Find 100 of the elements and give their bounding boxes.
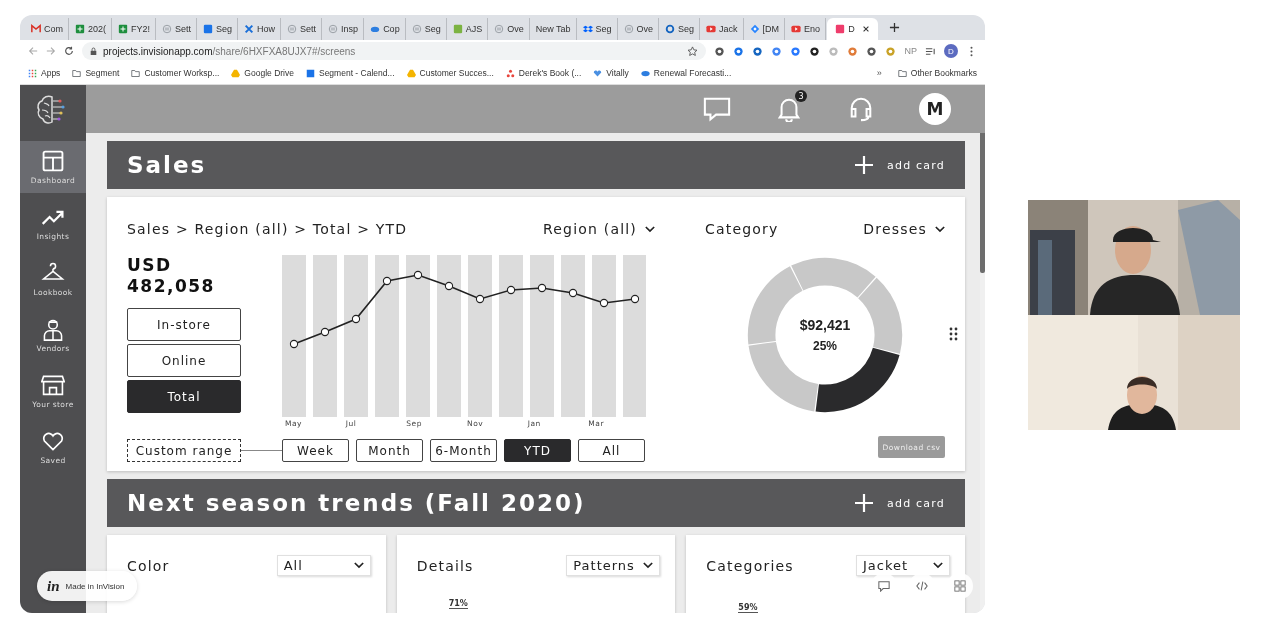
bookmark[interactable]: Segment	[72, 68, 120, 78]
channel-button[interactable]: In-store	[127, 308, 241, 341]
region-dropdown[interactable]: Region (all)	[542, 221, 655, 237]
favicon-icon	[244, 24, 255, 34]
add-card-button[interactable]: add card	[855, 156, 945, 174]
favicon-icon	[162, 24, 173, 34]
person-icon	[41, 317, 65, 341]
favicon-icon	[835, 24, 846, 34]
media-icon[interactable]	[925, 45, 936, 57]
range-button[interactable]: 6-Month	[430, 439, 497, 462]
chevron-down-icon	[645, 225, 655, 233]
bookmark[interactable]: Segment - Calend...	[305, 68, 395, 78]
category-label: Category	[705, 221, 779, 237]
section-title: Sales	[127, 152, 208, 178]
chevron-down-icon	[643, 562, 654, 569]
new-tab-icon[interactable]	[888, 22, 900, 33]
extension-label[interactable]: NP	[904, 46, 917, 56]
card-title: Categories	[706, 557, 794, 574]
comment-icon	[878, 580, 890, 592]
sales-total: 482,058	[127, 276, 216, 297]
lock-icon	[90, 46, 97, 56]
invision-badge[interactable]: in Made in InVision	[37, 571, 137, 601]
bookmark[interactable]: Customer Worksp...	[131, 68, 220, 78]
star-icon[interactable]	[687, 45, 699, 57]
bookmark[interactable]: Customer Succes...	[406, 68, 494, 78]
invision-logo: in	[47, 577, 60, 595]
bookmark-icon	[505, 68, 515, 78]
extension-icon[interactable]	[714, 45, 726, 57]
bookmark[interactable]: Other Bookmarks	[897, 68, 977, 78]
bookmark-icon	[640, 68, 650, 78]
favicon-icon	[75, 24, 85, 34]
donut-value: $92,421	[799, 317, 851, 333]
scrollbar-thumb[interactable]	[980, 133, 985, 273]
custom-range-button[interactable]: Custom range	[127, 439, 241, 462]
chevron-down-icon	[935, 225, 945, 233]
favicon-icon	[623, 24, 634, 34]
dashboard-icon	[41, 149, 65, 173]
chevron-down-icon	[353, 562, 364, 569]
chevron-down-icon	[933, 562, 943, 569]
bookmark[interactable]: Google Drive	[231, 68, 294, 78]
favicon-icon	[370, 24, 381, 34]
user-avatar[interactable]: M	[919, 93, 951, 125]
plus-icon	[855, 494, 874, 512]
code-icon	[916, 580, 928, 592]
grid-icon	[954, 580, 966, 592]
bookmark-icon	[131, 68, 141, 78]
range-button[interactable]: YTD	[504, 439, 571, 462]
favicon-icon	[452, 24, 463, 34]
add-card-button[interactable]: add card	[855, 494, 945, 512]
bookmark[interactable]: Derek's Book (...	[505, 68, 582, 78]
extension-icon[interactable]	[866, 45, 878, 57]
bookmark[interactable]: Renewal Forecasti...	[640, 68, 732, 78]
bookmark[interactable]: Vitally	[593, 68, 629, 78]
breadcrumb: Sales > Region (all) > Total > YTD	[127, 221, 408, 237]
favicon-icon	[287, 24, 298, 34]
section-title: Next season trends (Fall 2020)	[127, 490, 587, 516]
browser-tab[interactable]: D	[827, 18, 878, 40]
donut-percent: 25%	[813, 339, 837, 353]
drag-handle-icon[interactable]	[949, 327, 958, 341]
favicon-icon	[494, 24, 505, 34]
bookmark-icon	[28, 68, 37, 78]
percent-label: 71%	[448, 599, 468, 609]
bookmark-icon	[305, 68, 315, 78]
favicon-icon	[328, 24, 339, 34]
bookmark[interactable]: Apps	[28, 68, 61, 78]
folder-icon	[897, 68, 907, 78]
favicon-icon	[411, 24, 422, 34]
range-button[interactable]: Week	[282, 439, 349, 462]
channel-button[interactable]: Total	[127, 380, 241, 413]
plus-icon	[855, 156, 874, 174]
favicon-icon	[118, 24, 129, 34]
percent-label: 59%	[738, 603, 758, 613]
channel-button[interactable]: Online	[127, 344, 241, 377]
favicon-icon	[203, 24, 214, 34]
badge-label: Made in InVision	[65, 581, 125, 591]
bookmarks-overflow[interactable]: »	[876, 68, 882, 78]
bookmark-icon	[231, 68, 241, 78]
favicon-icon	[791, 24, 802, 34]
reload-icon[interactable]	[64, 46, 74, 56]
filter-dropdown[interactable]: Patterns	[566, 555, 661, 576]
bookmark-icon	[406, 68, 416, 78]
bookmark-icon	[593, 68, 603, 78]
card-title: Color	[127, 557, 170, 574]
store-icon	[41, 373, 65, 397]
favicon-icon	[706, 24, 717, 34]
bookmark-icon	[72, 68, 82, 78]
notification-badge: 3	[795, 90, 807, 102]
profile-avatar[interactable]: D	[944, 44, 958, 58]
filter-dropdown[interactable]: All	[276, 555, 371, 576]
currency-label: USD	[127, 255, 173, 276]
close-icon[interactable]	[861, 25, 870, 33]
chat-icon[interactable]	[703, 96, 731, 122]
favicon-icon	[582, 24, 593, 34]
range-button[interactable]: All	[578, 439, 645, 462]
range-button[interactable]: Month	[356, 439, 423, 462]
favicon-icon	[749, 24, 760, 34]
favicon-icon	[31, 24, 41, 34]
category-dropdown[interactable]: Dresses	[863, 221, 945, 237]
extension-icon[interactable]	[809, 45, 821, 57]
address-field[interactable]: projects.invisionapp.com/share/6HXFXA8UJX7#/screens	[82, 42, 707, 60]
